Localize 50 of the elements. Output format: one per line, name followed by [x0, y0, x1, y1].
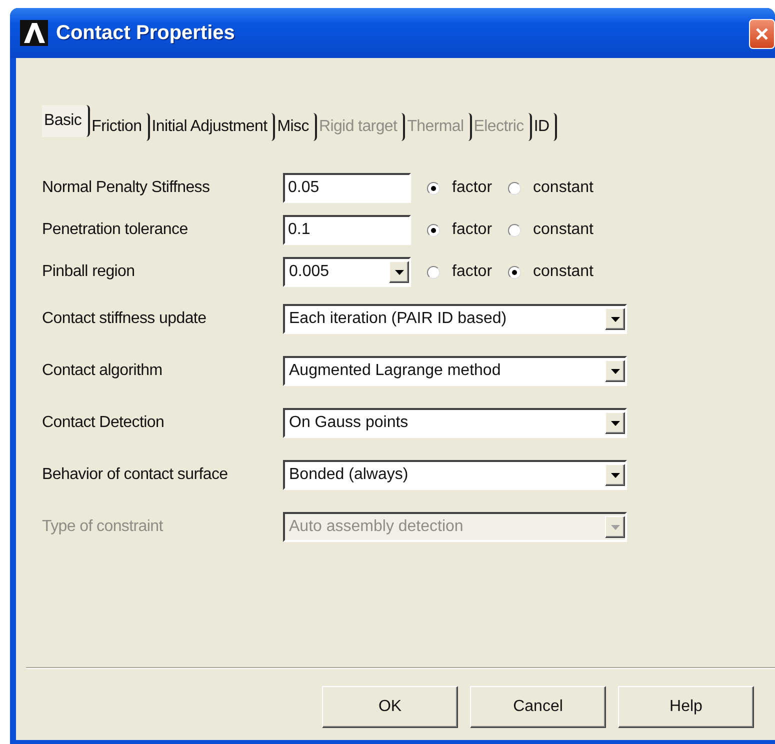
- tab[interactable]: Basic: [42, 105, 90, 137]
- radio-label: factor: [452, 263, 492, 281]
- dropdown-arrow-button[interactable]: [389, 261, 409, 283]
- tab[interactable]: Misc: [275, 113, 317, 141]
- radio-button[interactable]: [427, 182, 440, 194]
- field-label: Contact stiffness update: [42, 310, 208, 328]
- radio-button[interactable]: [508, 224, 522, 236]
- dropdown[interactable]: On Gauss points: [283, 408, 627, 438]
- input-field[interactable]: 0.1: [283, 215, 411, 245]
- caret-down-icon: [610, 368, 620, 374]
- dropdown-arrow-button[interactable]: [605, 464, 625, 486]
- dropdown-arrow-button[interactable]: [605, 360, 625, 382]
- dropdown-arrow-button[interactable]: [605, 412, 625, 434]
- app-logo-icon: [20, 20, 48, 46]
- field-label: Normal Penalty Stiffness: [42, 179, 211, 197]
- dialog-button[interactable]: Help: [618, 686, 754, 728]
- caret-down-icon: [610, 316, 620, 322]
- tab[interactable]: ID: [532, 113, 558, 141]
- field-label: Pinball region: [42, 263, 136, 281]
- dialog-button[interactable]: Cancel: [470, 686, 606, 728]
- input-field[interactable]: 0.05: [283, 173, 411, 203]
- field-label: Type of constraint: [42, 518, 164, 536]
- dialog-button[interactable]: OK: [322, 686, 458, 728]
- dropdown[interactable]: Bonded (always): [283, 460, 627, 490]
- dropdown[interactable]: Each iteration (PAIR ID based): [283, 304, 627, 334]
- tab[interactable]: Initial Adjustment: [150, 113, 276, 141]
- caret-down-icon: [610, 472, 620, 478]
- caret-down-icon: [610, 524, 620, 530]
- field-label: Behavior of contact surface: [42, 466, 229, 484]
- caret-down-icon: [610, 420, 620, 426]
- tab[interactable]: Friction: [90, 113, 150, 141]
- dropdown-arrow-button[interactable]: [605, 308, 625, 330]
- dropdown[interactable]: Augmented Lagrange method: [283, 356, 627, 386]
- radio-label: factor: [452, 221, 492, 239]
- close-icon: [755, 27, 769, 41]
- caret-down-icon: [394, 270, 404, 274]
- radio-button[interactable]: [508, 182, 522, 194]
- dropdown[interactable]: 0.005: [283, 257, 411, 287]
- radio-label: constant: [533, 179, 594, 197]
- window-title: Contact Properties: [56, 22, 235, 44]
- close-button[interactable]: [749, 19, 775, 49]
- radio-label: factor: [452, 179, 492, 197]
- radio-button[interactable]: [508, 266, 522, 278]
- radio-label: constant: [533, 263, 594, 281]
- radio-button[interactable]: [427, 224, 440, 236]
- radio-label: constant: [533, 221, 594, 239]
- radio-button[interactable]: [427, 266, 440, 278]
- field-label: Penetration tolerance: [42, 221, 189, 239]
- field-label: Contact algorithm: [42, 362, 164, 380]
- field-label: Contact Detection: [42, 414, 166, 432]
